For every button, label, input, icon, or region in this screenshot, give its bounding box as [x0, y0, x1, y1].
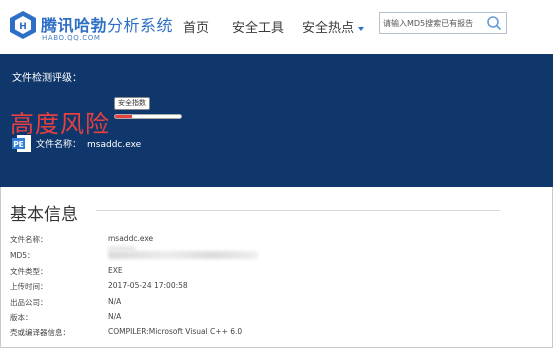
nav-security-hotspots-label: 安全热点	[302, 21, 355, 36]
info-row-upload-time: 上传时间： 2017-05-24 17:00:58	[10, 281, 490, 295]
info-value: COMPILER:Microsoft Visual C++ 6.0	[108, 327, 243, 336]
info-key: 壳或编译器信息：	[10, 328, 70, 337]
info-row-md5: MD5：	[10, 250, 490, 264]
info-key: MD5：	[10, 251, 35, 260]
info-row-filetype: 文件类型： EXE	[10, 266, 490, 280]
basic-info-title: 基本信息	[10, 205, 78, 225]
top-navbar: H 腾讯哈勃分析系统 HABO.QQ.COM 首页 安全工具 安全热点	[0, 0, 553, 54]
info-row-filename: 文件名称： msaddc.exe	[10, 234, 490, 248]
info-row-company: 出品公司： N/A	[10, 297, 490, 311]
logo-icon: H	[10, 11, 36, 39]
info-value: EXE	[108, 266, 123, 275]
chevron-down-icon	[358, 26, 365, 31]
security-index-tag: 安全指数	[114, 97, 150, 110]
logo-subtitle: HABO.QQ.COM	[42, 34, 101, 42]
security-index-bar	[114, 114, 182, 119]
divider	[96, 210, 500, 211]
info-key: 文件名称：	[10, 235, 48, 244]
pe-file-icon: PE	[12, 135, 31, 152]
result-banner: 文件检测评级： 高度风险 安全指数 PE 文件名称： msaddc.exe	[0, 54, 553, 187]
file-name-label: 文件名称：	[36, 140, 82, 150]
search-icon[interactable]	[486, 15, 502, 31]
info-row-compiler: 壳或编译器信息： COMPILER:Microsoft Visual C++ 6…	[10, 327, 490, 341]
info-row-version: 版本： N/A	[10, 312, 490, 326]
security-index-fill	[115, 115, 132, 118]
svg-text:PE: PE	[13, 140, 24, 149]
nav-security-tools[interactable]: 安全工具	[232, 17, 284, 36]
info-key: 文件类型：	[10, 267, 48, 276]
info-key: 出品公司：	[10, 298, 48, 307]
info-value: 2017-05-24 17:00:58	[108, 281, 188, 290]
search-box	[379, 12, 507, 34]
file-name-row: 文件名称： msaddc.exe	[36, 137, 141, 150]
svg-text:H: H	[19, 22, 27, 32]
md5-redacted	[108, 251, 258, 259]
nav-security-hotspots[interactable]: 安全热点	[302, 17, 365, 36]
search-input[interactable]	[383, 16, 485, 30]
eval-label: 文件检测评级：	[12, 73, 82, 84]
file-name-value: msaddc.exe	[87, 140, 142, 150]
filename-redacted-trail	[108, 246, 136, 252]
risk-level: 高度风险	[10, 110, 110, 138]
logo-title: 腾讯哈勃分析系统	[41, 12, 173, 36]
logo-title-bold: 腾讯哈勃	[41, 16, 108, 35]
logo-title-light: 分析系统	[107, 16, 174, 35]
info-value: msaddc.exe	[108, 234, 154, 243]
info-key: 版本：	[10, 313, 33, 322]
logo[interactable]: H 腾讯哈勃分析系统 HABO.QQ.COM	[8, 8, 173, 48]
info-value: N/A	[108, 312, 122, 321]
info-key: 上传时间：	[10, 282, 48, 291]
nav-home[interactable]: 首页	[183, 17, 209, 36]
info-value: N/A	[108, 297, 122, 306]
